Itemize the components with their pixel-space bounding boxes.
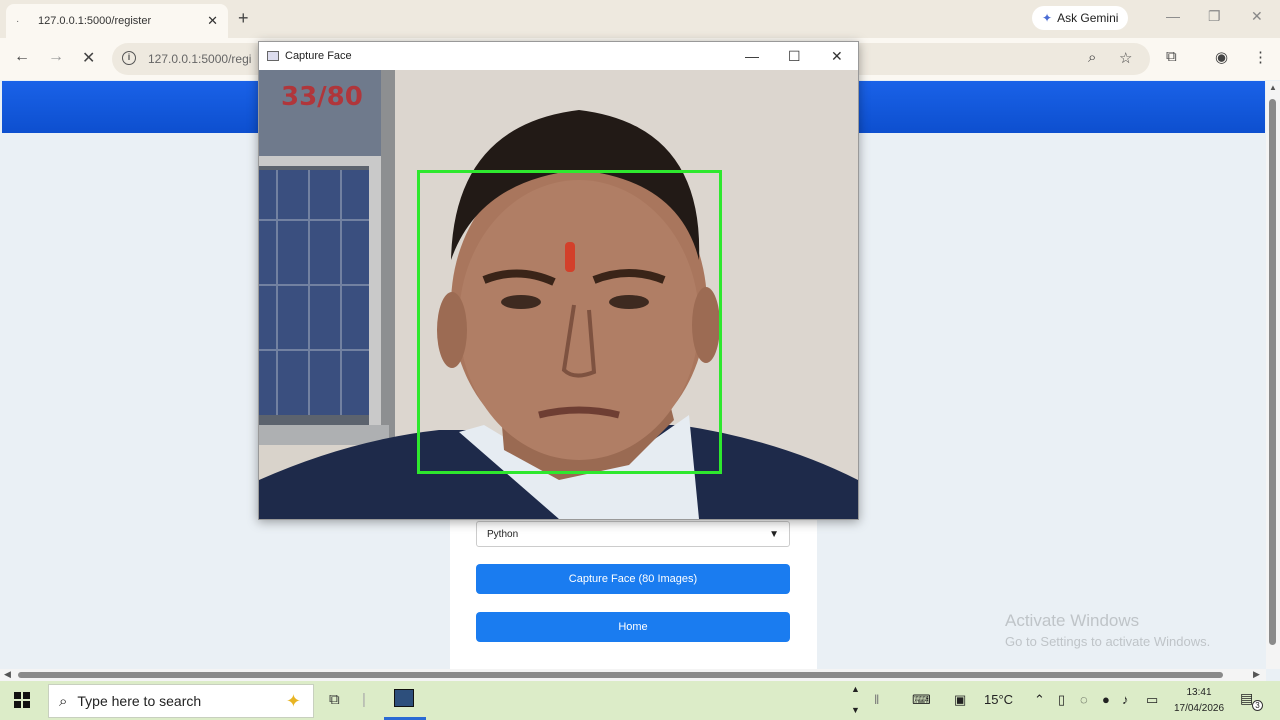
menu-icon[interactable]: ⋮: [1253, 48, 1268, 66]
capture-counter: 33/80: [281, 82, 363, 112]
capture-minimize-button[interactable]: —: [745, 48, 759, 64]
scroll-up-icon[interactable]: ▲: [1269, 83, 1277, 92]
browser-tab-strip: · 127.0.0.1:5000/register ✕ + ✦ Ask Gemi…: [0, 0, 1280, 38]
register-form: Python ▼ Capture Face (80 Images) Home: [450, 500, 817, 670]
horizontal-scrollbar[interactable]: ◀ ▶: [0, 669, 1266, 681]
capture-window-title: Capture Face: [285, 50, 352, 62]
loading-icon: ·: [16, 16, 20, 27]
course-select[interactable]: Python ▼: [476, 521, 790, 547]
windows-taskbar: ⌕ Type here to search ✦ ⧉ | ▲ ▼ ‖ ⌨ ▣ 15…: [0, 681, 1280, 720]
weather-icon[interactable]: ▣: [954, 692, 966, 708]
forward-icon[interactable]: →: [48, 48, 64, 66]
scroll-left-icon[interactable]: ◀: [4, 669, 11, 680]
taskbar-search-box[interactable]: ⌕ Type here to search ✦: [48, 684, 314, 718]
task-view-icon[interactable]: ⧉: [329, 691, 340, 708]
vertical-scroll-thumb[interactable]: [1269, 99, 1276, 645]
taskbar-divider-2: ‖: [874, 692, 880, 707]
bookmark-star-icon[interactable]: ☆: [1119, 49, 1132, 67]
watermark-title: Activate Windows: [1005, 611, 1140, 630]
home-button[interactable]: Home: [476, 612, 790, 642]
clock-date: 17/04/2026: [1173, 703, 1225, 714]
face-detection-box: [417, 170, 722, 474]
gemini-icon: ✦: [1042, 11, 1053, 25]
ask-gemini-button[interactable]: ✦ Ask Gemini: [1032, 6, 1129, 30]
taskbar-divider: |: [362, 691, 366, 708]
volume-icon[interactable]: ♪: [1122, 692, 1129, 707]
new-tab-button[interactable]: +: [238, 8, 249, 29]
tab-title: 127.0.0.1:5000/register: [38, 15, 152, 27]
taskbar-scroll-up-icon[interactable]: ▲: [851, 684, 860, 694]
camera-feed: 33/80: [259, 70, 858, 519]
capture-maximize-button[interactable]: ☐: [788, 48, 801, 65]
minimize-button[interactable]: —: [1166, 8, 1180, 24]
ask-gemini-label: Ask Gemini: [1057, 11, 1119, 25]
taskbar-clock[interactable]: 13:41 17/04/2026: [1168, 685, 1230, 717]
battery-icon[interactable]: ▭: [1146, 692, 1158, 708]
back-icon[interactable]: ←: [14, 48, 30, 66]
url-text: 127.0.0.1:5000/regi: [148, 52, 252, 66]
taskbar-scroll-down-icon[interactable]: ▼: [851, 705, 860, 715]
zoom-icon[interactable]: ⌕: [1088, 49, 1096, 66]
temperature-text[interactable]: 15°C: [984, 692, 1013, 707]
window-app-icon: [267, 51, 279, 61]
keyboard-icon[interactable]: ⌨: [912, 692, 931, 708]
course-select-value: Python: [487, 528, 519, 540]
usb-icon[interactable]: ▯: [1058, 692, 1065, 708]
stop-loading-icon[interactable]: ✕: [82, 48, 95, 68]
close-button[interactable]: ✕: [1251, 8, 1263, 25]
browser-tab[interactable]: · 127.0.0.1:5000/register ✕: [6, 4, 228, 38]
search-icon: ⌕: [59, 692, 68, 710]
chevron-down-icon: ▼: [769, 528, 779, 540]
tab-search-icon[interactable]: ⧉: [1166, 48, 1177, 65]
capture-close-button[interactable]: ✕: [831, 48, 843, 65]
show-hidden-icons-icon[interactable]: ⌃: [1034, 692, 1045, 708]
search-highlight-icon[interactable]: ✦: [286, 691, 301, 712]
notification-count-badge: 3: [1252, 700, 1263, 711]
clock-time: 13:41: [1186, 687, 1212, 698]
profile-icon[interactable]: ◉: [1215, 48, 1228, 66]
restore-button[interactable]: ❐: [1208, 8, 1221, 25]
activate-windows-watermark: Activate Windows Go to Settings to activ…: [1005, 611, 1210, 649]
scroll-right-icon[interactable]: ▶: [1253, 669, 1260, 680]
vertical-scrollbar[interactable]: ▲: [1266, 81, 1280, 669]
network-icon[interactable]: ◌: [1080, 692, 1088, 707]
python-app-icon: [394, 689, 414, 707]
microphone-icon[interactable]: ●: [1102, 692, 1110, 707]
taskbar-app-python[interactable]: [384, 681, 426, 720]
tab-close-button[interactable]: ✕: [207, 13, 218, 29]
capture-face-button[interactable]: Capture Face (80 Images): [476, 564, 790, 594]
capture-face-window[interactable]: Capture Face — ☐ ✕ 33/80: [258, 41, 859, 520]
capture-window-titlebar[interactable]: Capture Face — ☐ ✕: [259, 42, 858, 70]
horizontal-scroll-thumb[interactable]: [18, 672, 1223, 678]
watermark-subtitle: Go to Settings to activate Windows.: [1005, 634, 1211, 649]
site-info-icon[interactable]: i: [122, 51, 136, 65]
windows-start-icon[interactable]: [14, 692, 30, 708]
search-placeholder: Type here to search: [77, 693, 202, 709]
